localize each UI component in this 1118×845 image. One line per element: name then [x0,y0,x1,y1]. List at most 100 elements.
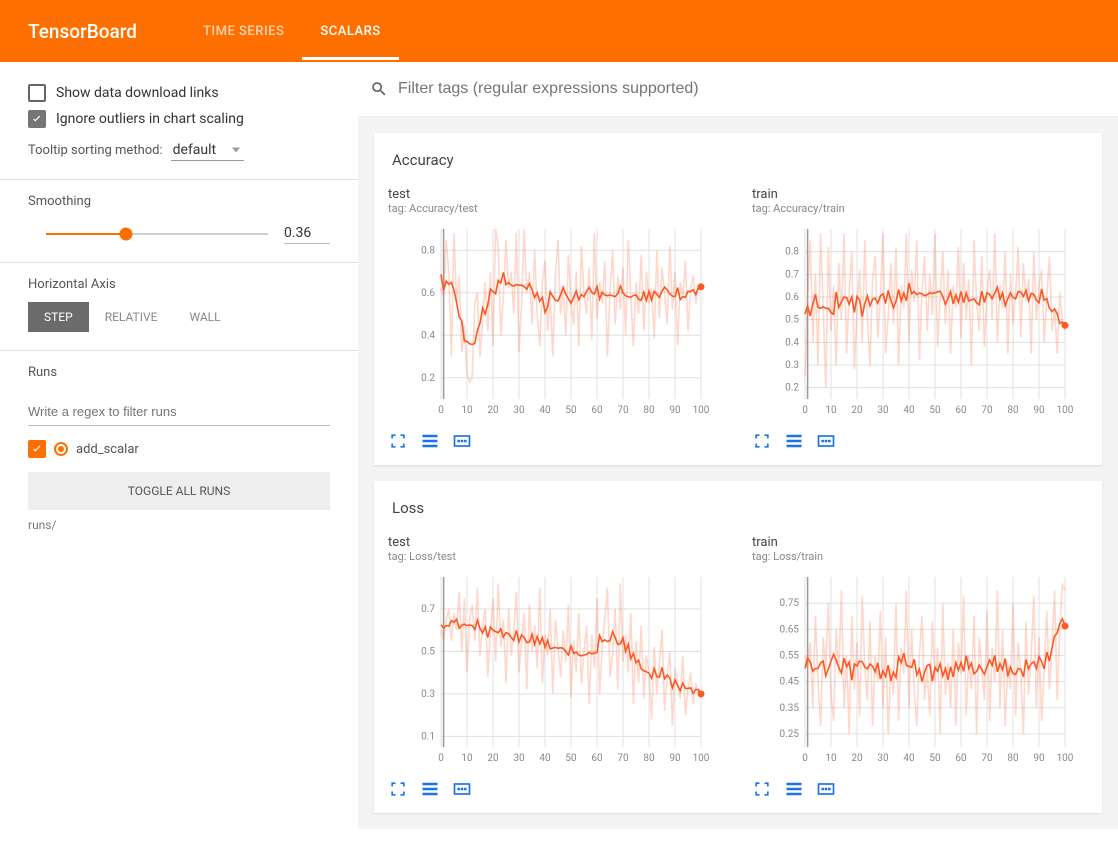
svg-text:40: 40 [903,405,915,416]
smoothing-label: Smoothing [28,194,330,209]
chart-plot[interactable]: 0.250.350.450.550.650.750102030405060708… [752,571,1088,771]
chart-plot[interactable]: 0.20.30.40.50.60.70.80102030405060708090… [752,223,1088,423]
smoothing-value[interactable]: 0.36 [284,223,330,244]
expand-icon[interactable] [388,431,408,451]
svg-text:0.75: 0.75 [780,598,800,609]
svg-text:0.65: 0.65 [780,624,800,635]
svg-text:0.2: 0.2 [421,373,435,384]
svg-text:10: 10 [825,405,837,416]
svg-text:70: 70 [617,405,629,416]
horizontal-axis-label: Horizontal Axis [28,277,330,292]
app-title: TensorBoard [28,20,137,43]
svg-text:70: 70 [981,753,993,764]
svg-text:40: 40 [903,753,915,764]
chart-tools [388,423,724,451]
svg-text:0.7: 0.7 [421,604,435,615]
chart-tools [388,771,724,799]
chart-title: train [752,187,1088,202]
scalar-group-card: Accuracy test tag: Accuracy/test 0.2 0.4 0… [374,133,1102,465]
search-icon [370,80,388,98]
run-item[interactable]: add_scalar [0,436,358,462]
axis-relative-button[interactable]: RELATIVE [89,302,174,332]
svg-text:20: 20 [851,753,863,764]
svg-text:0.3: 0.3 [421,689,435,700]
svg-text:0: 0 [438,753,444,764]
svg-text:40: 40 [539,753,551,764]
run-color-icon [54,442,68,456]
lines-icon[interactable] [784,779,804,799]
svg-text:0.8: 0.8 [421,245,435,256]
runs-filter-input[interactable] [28,398,330,426]
lines-icon[interactable] [420,779,440,799]
chart-tools [752,771,1088,799]
svg-text:0.45: 0.45 [780,677,800,688]
svg-text:30: 30 [513,405,525,416]
lines-icon[interactable] [420,431,440,451]
svg-text:20: 20 [851,405,863,416]
checkbox-checked-icon[interactable] [28,110,46,128]
lines-icon[interactable] [784,431,804,451]
svg-text:100: 100 [1057,405,1074,416]
expand-icon[interactable] [752,779,772,799]
svg-text:90: 90 [1033,405,1045,416]
svg-text:10: 10 [461,405,473,416]
option-ignore-outliers[interactable]: Ignore outliers in chart scaling [28,110,330,128]
chart-tag: tag: Loss/test [388,550,724,563]
svg-text:0.4: 0.4 [421,330,435,341]
svg-text:100: 100 [693,405,710,416]
content-area: Accuracy test tag: Accuracy/test 0.2 0.4 0… [358,62,1118,829]
tooltip-sorting-select[interactable]: default [171,140,245,161]
checkbox-checked-icon[interactable] [28,440,46,458]
chart-title: train [752,535,1088,550]
svg-text:20: 20 [487,753,499,764]
app-header: TensorBoard TIME SERIES SCALARS [0,0,1118,62]
fit-domain-icon[interactable] [452,431,472,451]
svg-text:0.2: 0.2 [785,383,799,394]
chart-title: test [388,187,724,202]
nav-tabs: TIME SERIES SCALARS [185,2,399,60]
expand-icon[interactable] [388,779,408,799]
svg-text:100: 100 [1057,753,1074,764]
svg-text:0.35: 0.35 [780,703,800,714]
svg-text:30: 30 [513,753,525,764]
smoothing-slider[interactable] [46,233,268,235]
chart-title: test [388,535,724,550]
svg-text:10: 10 [825,753,837,764]
tag-filter-bar [358,62,1118,117]
group-title[interactable]: Loss [374,481,1102,527]
toggle-all-runs-button[interactable]: TOGGLE ALL RUNS [28,472,330,510]
fit-domain-icon[interactable] [816,431,836,451]
svg-text:100: 100 [693,753,710,764]
group-title[interactable]: Accuracy [374,133,1102,179]
chart-cell: train tag: Accuracy/train 0.20.30.40.50.… [738,179,1102,451]
chart-plot[interactable]: 0.10.30.50.70102030405060708090100 [388,571,724,771]
tab-scalars[interactable]: SCALARS [302,2,398,60]
svg-text:50: 50 [929,753,941,764]
svg-text:70: 70 [981,405,993,416]
svg-text:50: 50 [929,405,941,416]
expand-icon[interactable] [752,431,772,451]
axis-wall-button[interactable]: WALL [173,302,236,332]
chart-tools [752,423,1088,451]
fit-domain-icon[interactable] [452,779,472,799]
svg-text:0.55: 0.55 [780,650,800,661]
horizontal-axis-buttons: STEP RELATIVE WALL [28,302,330,332]
svg-text:80: 80 [643,405,655,416]
slider-thumb-icon[interactable] [119,227,132,240]
tag-filter-input[interactable] [398,76,1106,102]
svg-text:0.1: 0.1 [421,731,435,742]
option-show-download-links[interactable]: Show data download links [28,84,330,102]
chart-tag: tag: Accuracy/test [388,202,724,215]
svg-text:60: 60 [591,753,603,764]
sidebar: Show data download links Ignore outliers… [0,62,358,829]
tab-time-series[interactable]: TIME SERIES [185,2,302,60]
axis-step-button[interactable]: STEP [28,302,89,332]
svg-text:0.25: 0.25 [780,729,800,740]
svg-text:50: 50 [565,753,577,764]
svg-text:0.4: 0.4 [785,337,799,348]
svg-text:60: 60 [591,405,603,416]
svg-text:0: 0 [802,753,808,764]
fit-domain-icon[interactable] [816,779,836,799]
checkbox-icon[interactable] [28,84,46,102]
chart-plot[interactable]: 0.20.40.60.80102030405060708090100 [388,223,724,423]
